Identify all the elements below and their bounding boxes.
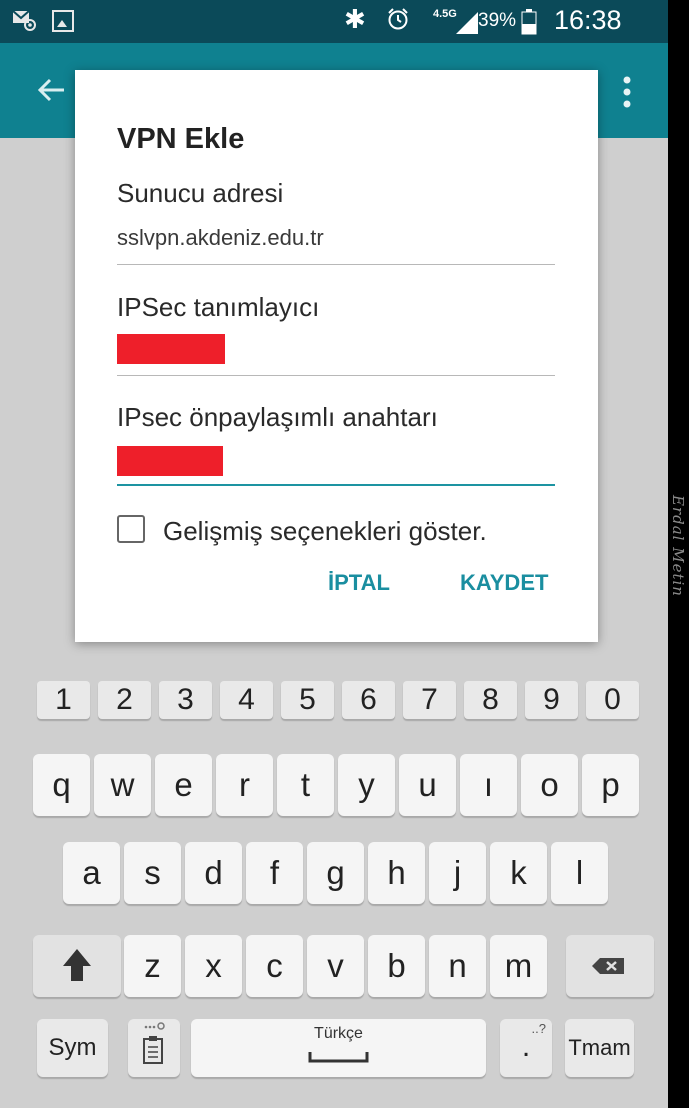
key-5[interactable]: 5 — [281, 681, 334, 719]
key-s[interactable]: s — [124, 842, 181, 904]
key-z[interactable]: z — [124, 935, 181, 997]
key-m[interactable]: m — [490, 935, 547, 997]
server-address-label: Sunucu adresi — [117, 178, 284, 208]
shift-icon — [63, 949, 91, 981]
signal-icon — [456, 12, 478, 34]
clipboard-settings-key[interactable] — [128, 1019, 180, 1077]
save-button[interactable]: KAYDET — [460, 570, 548, 596]
overflow-menu-icon[interactable] — [622, 75, 632, 109]
advanced-options-checkbox[interactable] — [117, 515, 145, 543]
key-k[interactable]: k — [490, 842, 547, 904]
key-dotless-i[interactable]: ı — [460, 754, 517, 816]
server-address-underline — [117, 264, 555, 265]
space-key[interactable]: Türkçe — [191, 1019, 486, 1077]
server-address-input[interactable]: sslvpn.akdeniz.edu.tr — [117, 225, 324, 251]
key-j[interactable]: j — [429, 842, 486, 904]
alarm-icon — [388, 8, 408, 30]
advanced-options-label[interactable]: Gelişmiş seçenekleri göster. — [163, 516, 487, 547]
watermark: Erdal Metin — [669, 495, 687, 597]
ipsec-identifier-input[interactable] — [117, 334, 225, 364]
shift-key[interactable] — [33, 935, 121, 997]
key-h[interactable]: h — [368, 842, 425, 904]
key-g[interactable]: g — [307, 842, 364, 904]
key-q[interactable]: q — [33, 754, 90, 816]
back-arrow-icon[interactable] — [36, 75, 66, 105]
key-n[interactable]: n — [429, 935, 486, 997]
key-1[interactable]: 1 — [37, 681, 90, 719]
key-4[interactable]: 4 — [220, 681, 273, 719]
space-bar-icon — [308, 1052, 369, 1063]
bluetooth-icon: ✱ — [344, 5, 366, 35]
key-t[interactable]: t — [277, 754, 334, 816]
symbols-key[interactable]: Sym — [37, 1019, 108, 1077]
key-r[interactable]: r — [216, 754, 273, 816]
image-icon — [52, 10, 74, 32]
add-vpn-dialog: VPN Ekle Sunucu adresi sslvpn.akdeniz.ed… — [75, 70, 598, 642]
key-u[interactable]: u — [399, 754, 456, 816]
key-2[interactable]: 2 — [98, 681, 151, 719]
key-b[interactable]: b — [368, 935, 425, 997]
key-7[interactable]: 7 — [403, 681, 456, 719]
done-key[interactable]: Tmam — [565, 1019, 634, 1077]
key-8[interactable]: 8 — [464, 681, 517, 719]
dialog-title: VPN Ekle — [117, 123, 245, 155]
cancel-button[interactable]: İPTAL — [328, 570, 390, 596]
battery-percent: 39% — [478, 10, 517, 31]
key-c[interactable]: c — [246, 935, 303, 997]
backspace-icon — [592, 958, 624, 974]
key-d[interactable]: d — [185, 842, 242, 904]
key-e[interactable]: e — [155, 754, 212, 816]
key-a[interactable]: a — [63, 842, 120, 904]
key-6[interactable]: 6 — [342, 681, 395, 719]
backspace-key[interactable] — [566, 935, 654, 997]
key-x[interactable]: x — [185, 935, 242, 997]
clipboard-icon — [143, 1022, 165, 1064]
key-w[interactable]: w — [94, 754, 151, 816]
soft-keyboard: 1 2 3 4 5 6 7 8 9 0 q w e r t y u ı o p … — [0, 671, 668, 1108]
period-label: . — [521, 1030, 531, 1063]
clock: 16:38 — [554, 5, 622, 35]
battery-icon — [521, 9, 537, 35]
ipsec-key-label: IPsec önpaylaşımlı anahtarı — [117, 402, 438, 432]
ipsec-identifier-label: IPSec tanımlayıcı — [117, 292, 320, 322]
key-p[interactable]: p — [582, 754, 639, 816]
key-0[interactable]: 0 — [586, 681, 639, 719]
key-9[interactable]: 9 — [525, 681, 578, 719]
key-y[interactable]: y — [338, 754, 395, 816]
mail-icon — [12, 10, 36, 31]
key-l[interactable]: l — [551, 842, 608, 904]
key-v[interactable]: v — [307, 935, 364, 997]
key-3[interactable]: 3 — [159, 681, 212, 719]
key-o[interactable]: o — [521, 754, 578, 816]
key-f[interactable]: f — [246, 842, 303, 904]
period-key[interactable]: ..? . — [500, 1019, 552, 1077]
ipsec-key-input[interactable] — [117, 446, 223, 476]
status-bar: ✱ 4.5G 39% 16:38 — [0, 0, 668, 43]
ipsec-key-underline — [117, 484, 555, 486]
ipsec-identifier-underline — [117, 375, 555, 376]
phone-screen: ✱ 4.5G 39% 16:38 VPN Ekle Sunucu adresi … — [0, 0, 668, 1108]
